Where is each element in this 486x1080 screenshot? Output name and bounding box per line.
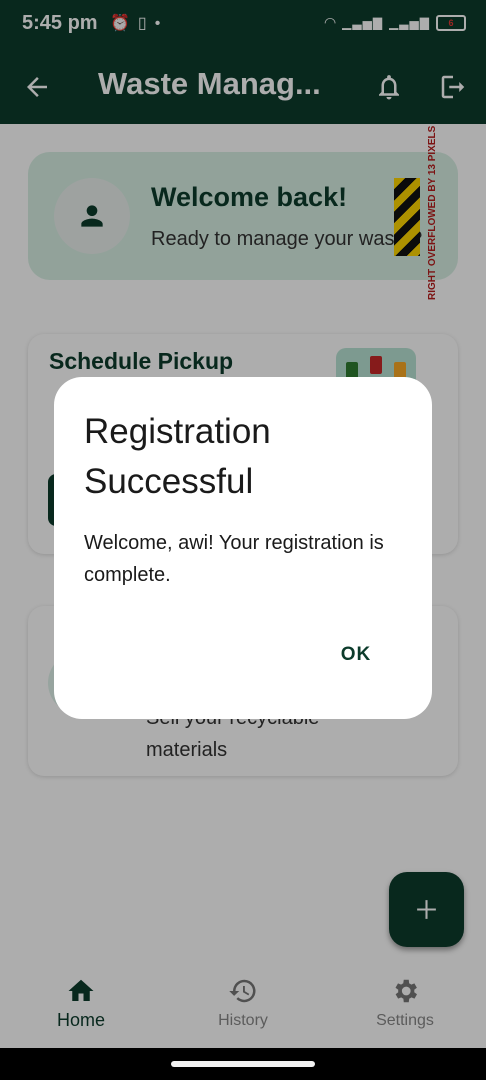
dialog-title: Registration Successful bbox=[84, 412, 271, 501]
system-nav-bar bbox=[0, 1048, 486, 1080]
ok-button[interactable]: OK bbox=[324, 635, 388, 675]
dialog-message: Welcome, awi! Your registration is compl… bbox=[84, 532, 384, 586]
registration-dialog: Registration Successful Welcome, awi! Yo… bbox=[54, 377, 432, 719]
home-gesture-pill[interactable] bbox=[171, 1061, 315, 1067]
